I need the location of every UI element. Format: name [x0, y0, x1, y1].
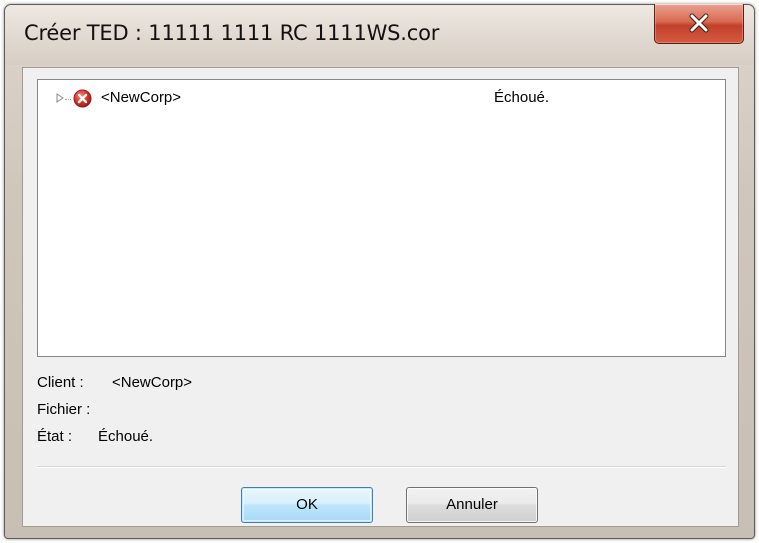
dialog-window: Créer TED : 11111 1111 RC 1111WS.cor <Ne…: [4, 4, 755, 539]
client-value: <NewCorp>: [112, 374, 193, 391]
state-label: État :: [37, 428, 73, 445]
title-bar[interactable]: Créer TED : 11111 1111 RC 1111WS.cor: [5, 4, 754, 65]
state-value: Échoué.: [98, 428, 154, 445]
tree-row-newcorp[interactable]: <NewCorp> Échoué.: [38, 80, 725, 114]
client-line: Client : <NewCorp>: [37, 374, 192, 391]
file-label: Fichier :: [37, 401, 91, 418]
client-label: Client :: [37, 374, 84, 391]
tree-row-name: <NewCorp>: [101, 89, 182, 106]
ok-button[interactable]: OK: [241, 487, 373, 523]
divider: [37, 466, 726, 468]
cancel-button[interactable]: Annuler: [406, 487, 538, 523]
close-button[interactable]: [654, 4, 744, 44]
state-line: État : Échoué.: [37, 428, 153, 445]
tree-row-status: Échoué.: [494, 89, 550, 106]
file-line: Fichier :: [37, 401, 90, 418]
close-x-icon: [689, 13, 709, 33]
error-icon: [73, 89, 92, 108]
window-title: Créer TED : 11111 1111 RC 1111WS.cor: [24, 21, 440, 45]
expand-triangle-icon[interactable]: [56, 93, 64, 103]
tree-connector: [65, 99, 71, 101]
dialog-body: <NewCorp> Échoué. Client : <NewCorp> Fic…: [22, 67, 739, 527]
results-tree[interactable]: <NewCorp> Échoué.: [37, 79, 726, 357]
